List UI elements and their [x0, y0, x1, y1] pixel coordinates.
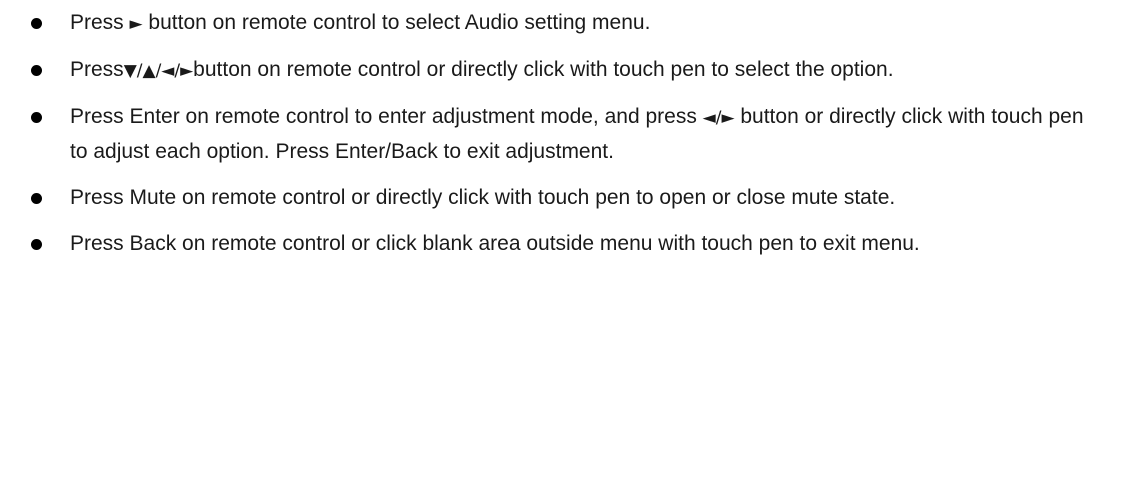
item-text: Press Enter on remote control to enter a… [70, 105, 703, 128]
item-text: Press Back on remote control or click bl… [70, 232, 920, 255]
list-item: Press Mute on remote control or directly… [0, 181, 1126, 215]
bullet-icon [31, 112, 42, 123]
item-text: Press [70, 11, 130, 34]
right-arrow-icon: ► [129, 14, 143, 34]
item-text: button on remote control or directly cli… [193, 58, 894, 81]
item-text: Press [70, 58, 124, 81]
item-text: Press Mute on remote control or directly… [70, 186, 896, 209]
left-right-arrow-icon: ◄/► [702, 108, 735, 128]
instruction-list: Press ► button on remote control to sele… [0, 0, 1126, 261]
bullet-icon [31, 193, 42, 204]
arrow-keys-icon: ▼/▲/◄/► [123, 61, 194, 81]
bullet-icon [31, 239, 42, 250]
list-item: Press Back on remote control or click bl… [0, 227, 1126, 261]
list-item: Press ► button on remote control to sele… [0, 6, 1126, 41]
list-item: Press▼/▲/◄/►button on remote control or … [0, 53, 1126, 88]
item-text: button on remote control to select Audio… [142, 11, 651, 34]
bullet-icon [31, 65, 42, 76]
list-item: Press Enter on remote control to enter a… [0, 100, 1126, 169]
bullet-icon [31, 18, 42, 29]
